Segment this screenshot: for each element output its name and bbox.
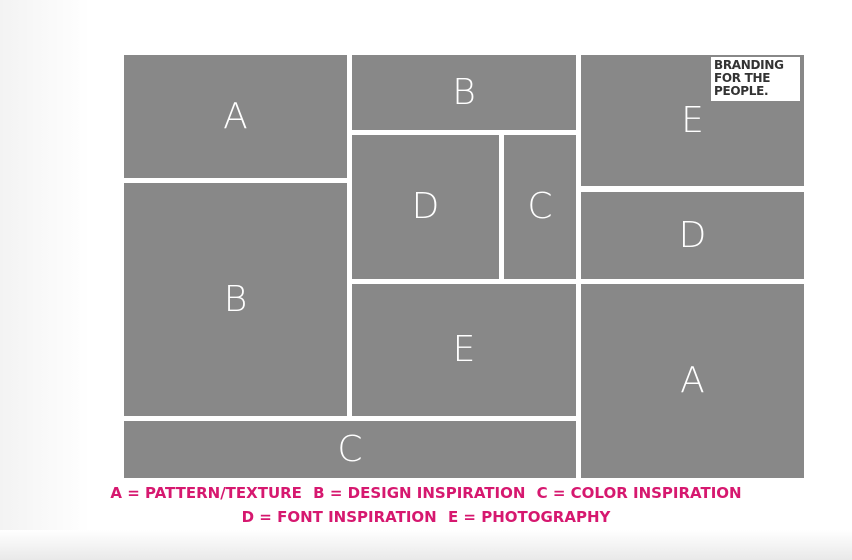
tile-label: D xyxy=(411,186,440,227)
branding-logo: BRANDING FOR THE PEOPLE. xyxy=(711,57,800,101)
tile-label: B xyxy=(223,278,248,320)
tile-label: A xyxy=(223,95,248,137)
legend-item-a: A = PATTERN/TEXTURE xyxy=(110,484,302,502)
tile-b-left: B xyxy=(124,183,347,416)
tile-a-top-left: A xyxy=(124,55,347,178)
tile-label: B xyxy=(452,71,476,113)
tile-e-center: E xyxy=(352,284,576,416)
tile-a-bottom-right: A xyxy=(581,284,804,478)
tile-label: D xyxy=(678,214,707,256)
legend-item-c: C = COLOR INSPIRATION xyxy=(536,484,742,502)
tile-d-right: D xyxy=(581,192,804,279)
tile-b-top-center: B xyxy=(352,55,576,130)
tile-label: E xyxy=(452,329,476,370)
legend-row-2: D = FONT INSPIRATION E = PHOTOGRAPHY xyxy=(0,508,852,526)
tile-label: C xyxy=(527,186,553,227)
background-glow xyxy=(0,0,90,560)
background-shade xyxy=(0,530,852,560)
legend-item-e: E = PHOTOGRAPHY xyxy=(447,508,611,526)
legend-item-b: B = DESIGN INSPIRATION xyxy=(313,484,526,502)
tile-label: A xyxy=(680,360,705,401)
tile-c-center: C xyxy=(504,135,576,279)
logo-line: PEOPLE. xyxy=(714,84,769,98)
tile-label: E xyxy=(681,99,704,141)
tile-d-center: D xyxy=(352,135,499,279)
tile-c-bottom: C xyxy=(124,421,576,478)
legend-row-1: A = PATTERN/TEXTURE B = DESIGN INSPIRATI… xyxy=(0,484,852,502)
tile-label: C xyxy=(337,428,363,470)
legend-item-d: D = FONT INSPIRATION xyxy=(241,508,437,526)
